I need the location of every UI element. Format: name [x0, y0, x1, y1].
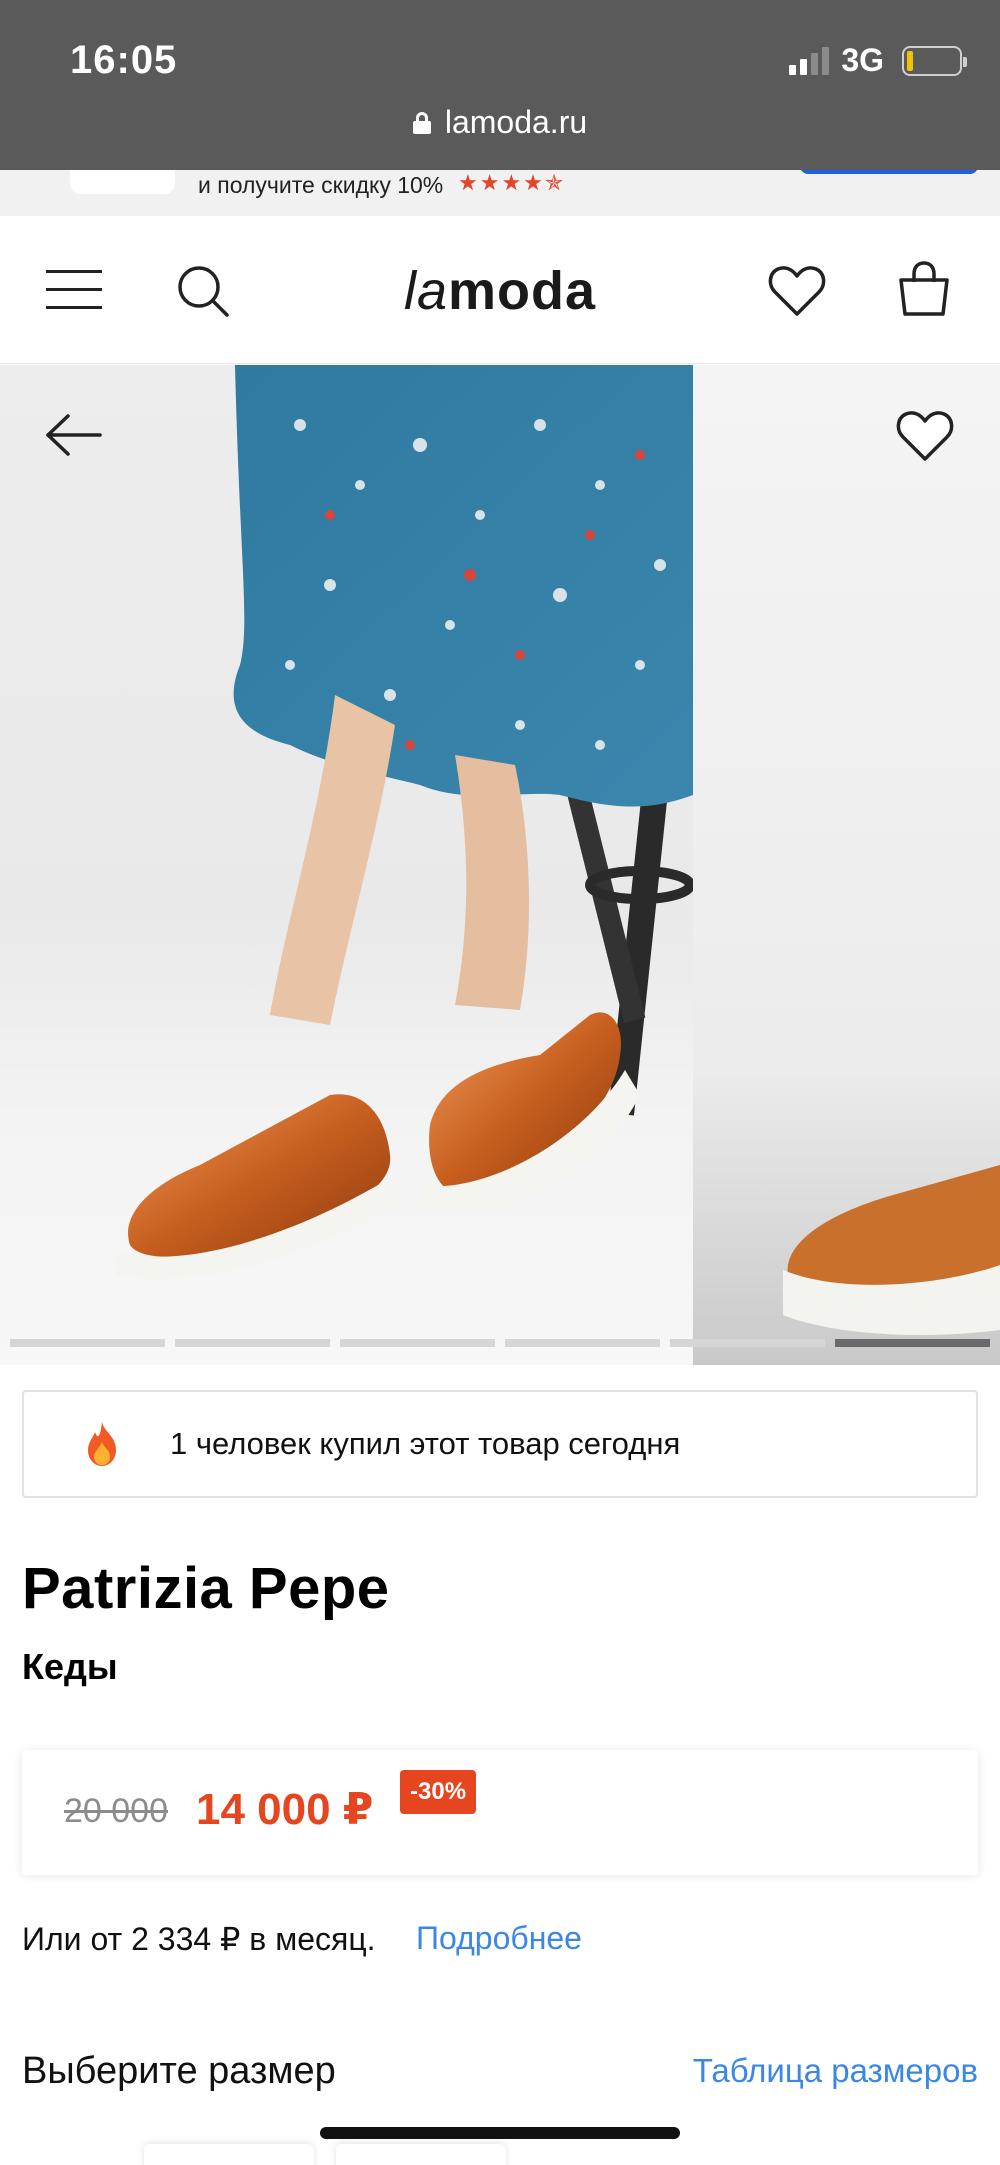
home-indicator[interactable] [320, 2127, 680, 2139]
purchase-notice-text: 1 человек купил этот товар сегодня [170, 1426, 681, 1461]
status-time: 16:05 [70, 38, 178, 82]
gallery-pagination [10, 1339, 990, 1347]
url-text: lamoda.ru [444, 104, 588, 140]
back-arrow-icon[interactable] [44, 413, 104, 457]
promo-install-button[interactable] [800, 170, 978, 174]
status-indicators: 3G [789, 42, 967, 79]
product-photo-illustration [115, 365, 693, 1280]
current-price: 14 000 ₽ [196, 1785, 374, 1834]
site-header: lamoda [0, 216, 1000, 364]
fire-icon [88, 1422, 116, 1466]
size-option[interactable] [336, 2144, 506, 2165]
promo-text: и получите скидку 10% [198, 172, 444, 198]
promo-app-icon [70, 170, 175, 194]
favorites-icon[interactable] [768, 264, 826, 318]
cart-icon[interactable] [896, 260, 952, 318]
app-promo-banner[interactable]: и получите скидку 10% ★★★★✯ [0, 170, 1000, 216]
old-price: 20 000 [64, 1792, 168, 1830]
logo-moda: moda [448, 261, 597, 321]
rating-stars: ★★★★✯ [458, 170, 566, 195]
product-photo-next[interactable] [693, 365, 1000, 1365]
size-section-title: Выберите размер [22, 2050, 336, 2092]
gallery-dot[interactable] [835, 1339, 990, 1347]
gallery-dot[interactable] [340, 1339, 495, 1347]
product-photo[interactable] [0, 365, 693, 1365]
gallery-dot[interactable] [505, 1339, 660, 1347]
gallery-dot[interactable] [175, 1339, 330, 1347]
status-bar: 16:05 3G lamoda.ru [0, 0, 1000, 170]
product-gallery[interactable] [0, 365, 1000, 1365]
gallery-dot[interactable] [10, 1339, 165, 1347]
lock-icon [412, 111, 431, 134]
signal-icon [789, 46, 830, 75]
logo-la: la [403, 261, 448, 321]
lamoda-logo[interactable]: lamoda [0, 260, 1000, 322]
address-bar[interactable]: lamoda.ru [0, 104, 1000, 141]
discount-badge: -30% [400, 1770, 477, 1814]
product-brand[interactable]: Patrizia Pepe [22, 1555, 390, 1622]
add-to-favorites-icon[interactable] [896, 409, 954, 463]
price-card: 20 000 14 000 ₽ -30% [22, 1750, 978, 1875]
gallery-dot[interactable] [670, 1339, 825, 1347]
network-type: 3G [841, 42, 884, 78]
next-photo-illustration [783, 1165, 1000, 1335]
installment-text: Или от 2 334 ₽ в месяц. [22, 1921, 376, 1957]
size-option[interactable] [144, 2144, 314, 2165]
product-type: Кеды [22, 1646, 118, 1687]
size-table-link[interactable]: Таблица размеров [693, 2052, 978, 2090]
installment-details-link[interactable]: Подробнее [416, 1920, 582, 1957]
purchase-notice: 1 человек купил этот товар сегодня [22, 1390, 978, 1498]
battery-icon [902, 45, 967, 76]
